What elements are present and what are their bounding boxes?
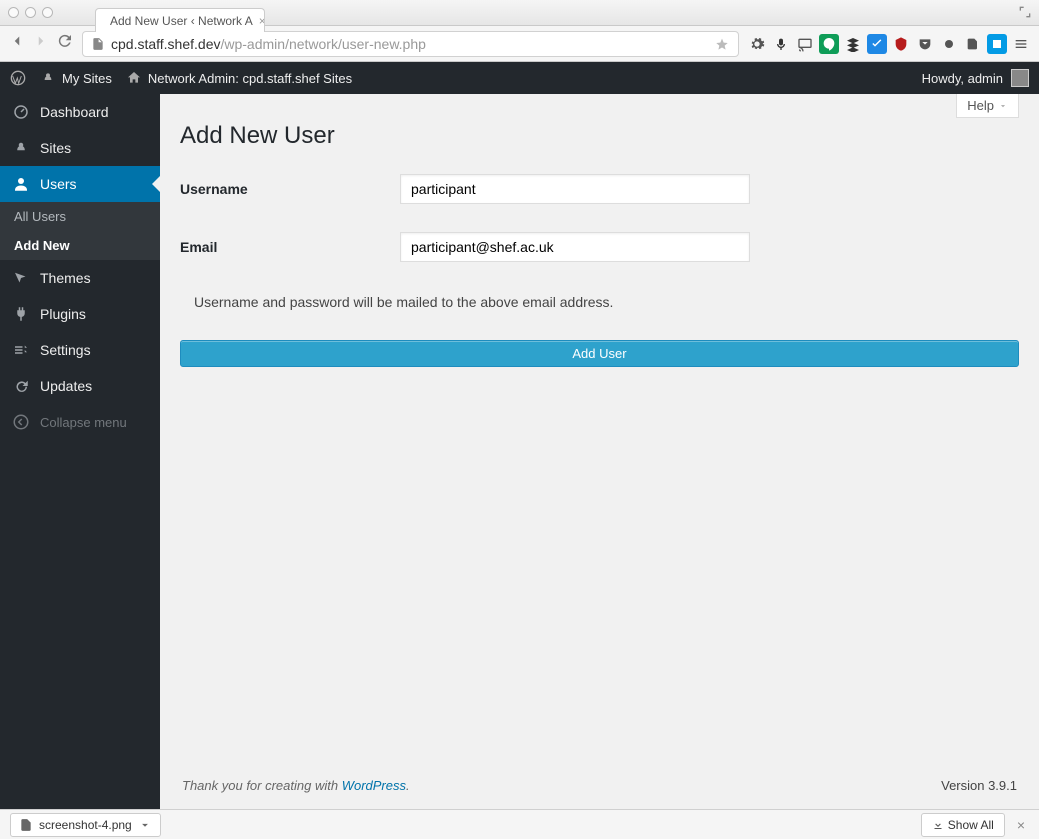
tab-title: Add New User ‹ Network A bbox=[110, 14, 253, 28]
wp-body: Dashboard Sites Users All Users Add New … bbox=[0, 94, 1039, 809]
url-bar[interactable]: cpd.staff.shef.dev/wp-admin/network/user… bbox=[82, 31, 739, 57]
footer-thanks: Thank you for creating with WordPress. bbox=[182, 778, 410, 793]
page-icon bbox=[91, 37, 105, 51]
menu-dashboard[interactable]: Dashboard bbox=[0, 94, 160, 130]
help-tab[interactable]: Help bbox=[956, 94, 1019, 118]
email-label: Email bbox=[180, 239, 400, 255]
menu-label: Users bbox=[40, 176, 77, 192]
content-area: Help Add New User Username Email Usernam… bbox=[160, 94, 1039, 809]
menu-label: Dashboard bbox=[40, 104, 109, 120]
chevron-down-icon bbox=[998, 101, 1008, 111]
traffic-close[interactable] bbox=[8, 7, 19, 18]
submenu-add-new[interactable]: Add New bbox=[0, 231, 160, 260]
traffic-lights bbox=[8, 7, 53, 18]
collapse-menu[interactable]: Collapse menu bbox=[0, 404, 160, 440]
ext-hangouts-icon[interactable] bbox=[819, 34, 839, 54]
traffic-zoom[interactable] bbox=[42, 7, 53, 18]
nav-buttons bbox=[8, 32, 74, 55]
form-note: Username and password will be mailed to … bbox=[194, 294, 1019, 310]
download-shelf: screenshot-4.png Show All × bbox=[0, 809, 1039, 839]
extension-icons bbox=[747, 34, 1031, 54]
howdy-text[interactable]: Howdy, admin bbox=[922, 71, 1003, 86]
traffic-minimize[interactable] bbox=[25, 7, 36, 18]
admin-bar: My Sites Network Admin: cpd.staff.shef S… bbox=[0, 62, 1039, 94]
help-label: Help bbox=[967, 98, 994, 113]
page-title: Add New User bbox=[180, 122, 1019, 150]
url-host: cpd.staff.shef.dev bbox=[111, 36, 220, 52]
ext-picker-icon[interactable] bbox=[987, 34, 1007, 54]
browser-tab[interactable]: Add New User ‹ Network A × bbox=[95, 8, 265, 32]
chrome-menu-icon[interactable] bbox=[1011, 34, 1031, 54]
window-expand-icon[interactable] bbox=[1017, 4, 1033, 20]
chevron-down-icon[interactable] bbox=[138, 818, 152, 832]
menu-updates[interactable]: Updates bbox=[0, 368, 160, 404]
my-sites[interactable]: My Sites bbox=[40, 70, 112, 86]
ext-pocket-icon[interactable] bbox=[915, 34, 935, 54]
menu-users[interactable]: Users bbox=[0, 166, 160, 202]
wordpress-link[interactable]: WordPress bbox=[342, 778, 406, 793]
menu-label: Plugins bbox=[40, 306, 86, 322]
show-all-button[interactable]: Show All bbox=[921, 813, 1005, 837]
menu-plugins[interactable]: Plugins bbox=[0, 296, 160, 332]
username-input[interactable] bbox=[400, 174, 750, 204]
download-item[interactable]: screenshot-4.png bbox=[10, 813, 161, 837]
admin-bar-right: Howdy, admin bbox=[922, 69, 1029, 87]
ext-bee-icon[interactable] bbox=[939, 34, 959, 54]
network-admin-label: Network Admin: cpd.staff.shef Sites bbox=[148, 71, 352, 86]
download-filename: screenshot-4.png bbox=[39, 818, 132, 832]
collapse-label: Collapse menu bbox=[40, 415, 127, 430]
menu-label: Sites bbox=[40, 140, 71, 156]
ext-mic-icon[interactable] bbox=[771, 34, 791, 54]
ext-cast-icon[interactable] bbox=[795, 34, 815, 54]
menu-settings[interactable]: Settings bbox=[0, 332, 160, 368]
avatar[interactable] bbox=[1011, 69, 1029, 87]
admin-sidebar: Dashboard Sites Users All Users Add New … bbox=[0, 94, 160, 809]
mac-titlebar: Add New User ‹ Network A × bbox=[0, 0, 1039, 26]
menu-themes[interactable]: Themes bbox=[0, 260, 160, 296]
network-admin-link[interactable]: Network Admin: cpd.staff.shef Sites bbox=[126, 70, 352, 86]
wp-footer: Thank you for creating with WordPress. V… bbox=[180, 762, 1019, 809]
url-path: /wp-admin/network/user-new.php bbox=[220, 36, 425, 52]
submenu-users: All Users Add New bbox=[0, 202, 160, 260]
menu-label: Themes bbox=[40, 270, 91, 286]
download-icon bbox=[932, 819, 944, 831]
wp-admin: My Sites Network Admin: cpd.staff.shef S… bbox=[0, 62, 1039, 809]
forward-button[interactable] bbox=[32, 32, 50, 55]
show-all-label: Show All bbox=[948, 818, 994, 832]
username-label: Username bbox=[180, 181, 400, 197]
row-email: Email bbox=[180, 232, 1019, 262]
menu-label: Updates bbox=[40, 378, 92, 394]
my-sites-label: My Sites bbox=[62, 71, 112, 86]
ext-ublock-icon[interactable] bbox=[891, 34, 911, 54]
tab-close-icon[interactable]: × bbox=[259, 14, 265, 28]
ext-check-icon[interactable] bbox=[867, 34, 887, 54]
reload-button[interactable] bbox=[56, 32, 74, 55]
email-input[interactable] bbox=[400, 232, 750, 262]
ext-evernote-icon[interactable] bbox=[963, 34, 983, 54]
wp-logo[interactable] bbox=[10, 70, 26, 86]
footer-version: Version 3.9.1 bbox=[941, 778, 1017, 793]
menu-label: Settings bbox=[40, 342, 91, 358]
shelf-close-icon[interactable]: × bbox=[1013, 817, 1029, 833]
ext-buffer-icon[interactable] bbox=[843, 34, 863, 54]
add-user-button[interactable]: Add User bbox=[180, 340, 1019, 367]
menu-sites[interactable]: Sites bbox=[0, 130, 160, 166]
bookmark-star-icon[interactable] bbox=[714, 36, 730, 52]
row-username: Username bbox=[180, 174, 1019, 204]
back-button[interactable] bbox=[8, 32, 26, 55]
gear-icon[interactable] bbox=[747, 34, 767, 54]
submenu-all-users[interactable]: All Users bbox=[0, 202, 160, 231]
file-icon bbox=[19, 818, 33, 832]
